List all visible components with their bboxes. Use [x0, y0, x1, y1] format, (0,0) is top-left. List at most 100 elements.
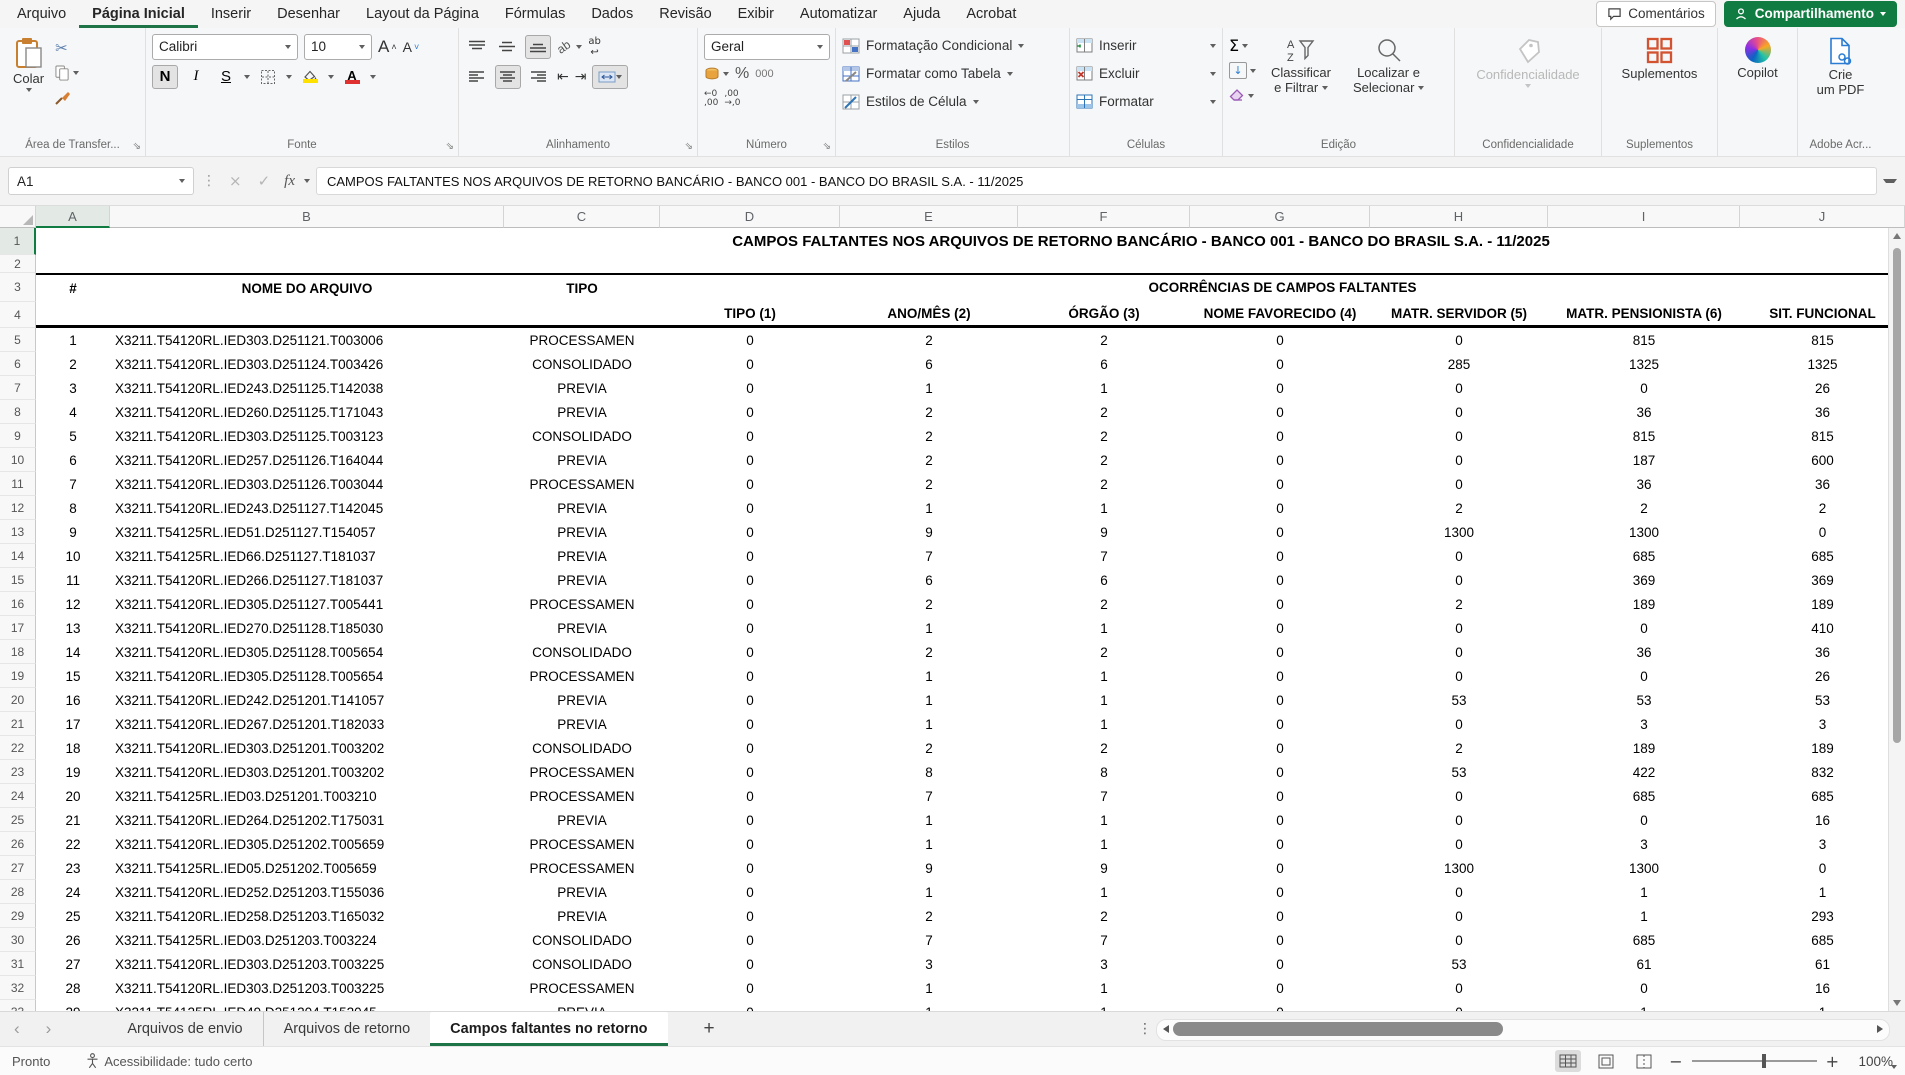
- row-header[interactable]: 15: [0, 568, 36, 592]
- cut-button[interactable]: ✂: [55, 38, 79, 58]
- format-cells-button[interactable]: Formatar: [1076, 89, 1216, 115]
- cell-matr-servidor[interactable]: 0: [1370, 400, 1548, 424]
- cell-matr-servidor[interactable]: 0: [1370, 640, 1548, 664]
- cell-tipo1[interactable]: 0: [660, 832, 840, 856]
- cell-orgao[interactable]: 2: [1018, 424, 1190, 448]
- cell-tipo1[interactable]: 0: [660, 928, 840, 952]
- percent-button[interactable]: %: [735, 65, 749, 83]
- cell-seq[interactable]: 19: [36, 760, 110, 784]
- cell-anomes[interactable]: 2: [840, 592, 1018, 616]
- cell-seq[interactable]: 8: [36, 496, 110, 520]
- cell-matr-servidor[interactable]: 0: [1370, 448, 1548, 472]
- cell-matr-servidor[interactable]: 0: [1370, 1000, 1548, 1011]
- cell-matr-servidor[interactable]: 0: [1370, 472, 1548, 496]
- cell-sit-funcional[interactable]: 26: [1740, 376, 1905, 400]
- bold-button[interactable]: N: [152, 65, 178, 89]
- font-size-combo[interactable]: 10: [304, 34, 372, 60]
- cell-file-name[interactable]: X3211.T54120RL.IED260.D251125.T171043: [110, 400, 504, 424]
- cell-seq[interactable]: 28: [36, 976, 110, 1000]
- fill-button[interactable]: ↓: [1229, 61, 1256, 81]
- cell-orgao[interactable]: 2: [1018, 592, 1190, 616]
- delete-cells-button[interactable]: Excluir: [1076, 61, 1216, 87]
- cell-file-name[interactable]: X3211.T54120RL.IED242.D251201.T141057: [110, 688, 504, 712]
- cell-sit-funcional[interactable]: 685: [1740, 928, 1905, 952]
- row-header-3[interactable]: 3: [0, 273, 36, 302]
- cell-favorecido[interactable]: 0: [1190, 904, 1370, 928]
- collapse-ribbon-icon[interactable]: [1891, 1065, 1897, 1069]
- format-as-table-button[interactable]: Formatar como Tabela: [842, 61, 1063, 87]
- row-header[interactable]: 28: [0, 880, 36, 904]
- title-cell[interactable]: CAMPOS FALTANTES NOS ARQUIVOS DE RETORNO…: [36, 228, 1905, 255]
- menu-tab[interactable]: Revisão: [646, 0, 724, 28]
- cell-tipo1[interactable]: 0: [660, 544, 840, 568]
- cell-anomes[interactable]: 1: [840, 376, 1018, 400]
- cell-tipo1[interactable]: 0: [660, 640, 840, 664]
- cell-matr-servidor[interactable]: 0: [1370, 832, 1548, 856]
- paste-button[interactable]: Colar: [6, 34, 51, 95]
- table-row[interactable]: 9 5 X3211.T54120RL.IED303.D251125.T00312…: [0, 424, 1905, 448]
- cell-favorecido[interactable]: 0: [1190, 856, 1370, 880]
- cell-tipo[interactable]: CONSOLIDADO: [504, 952, 660, 976]
- cell-sit-funcional[interactable]: 685: [1740, 784, 1905, 808]
- dialog-launcher-icon[interactable]: ⇘: [133, 141, 141, 152]
- row-header[interactable]: 7: [0, 376, 36, 400]
- table-row-partial[interactable]: 33 29 X3211.T54125RL.IED49.D251204.T1520…: [0, 1000, 1905, 1011]
- cell-seq[interactable]: 15: [36, 664, 110, 688]
- empty-row-2[interactable]: [36, 255, 1905, 273]
- cell-matr-pensionista[interactable]: 36: [1548, 472, 1740, 496]
- cell-seq[interactable]: 24: [36, 880, 110, 904]
- dialog-launcher-icon[interactable]: ⇘: [446, 141, 454, 152]
- cell-matr-servidor[interactable]: 1300: [1370, 520, 1548, 544]
- prev-sheet-button[interactable]: ‹: [14, 1019, 20, 1039]
- cell-orgao[interactable]: 1: [1018, 376, 1190, 400]
- cell-anomes[interactable]: 9: [840, 856, 1018, 880]
- cell-favorecido[interactable]: 0: [1190, 472, 1370, 496]
- cell-seq[interactable]: 10: [36, 544, 110, 568]
- cell-anomes[interactable]: 6: [840, 568, 1018, 592]
- cell-sit-funcional[interactable]: 600: [1740, 448, 1905, 472]
- cell-file-name[interactable]: X3211.T54125RL.IED66.D251127.T181037: [110, 544, 504, 568]
- cell-orgao[interactable]: 2: [1018, 640, 1190, 664]
- cell-favorecido[interactable]: 0: [1190, 832, 1370, 856]
- table-row[interactable]: 16 12 X3211.T54120RL.IED305.D251127.T005…: [0, 592, 1905, 616]
- cell-favorecido[interactable]: 0: [1190, 736, 1370, 760]
- table-row[interactable]: 17 13 X3211.T54120RL.IED270.D251128.T185…: [0, 616, 1905, 640]
- cell-tipo1[interactable]: 0: [660, 904, 840, 928]
- cell-orgao[interactable]: 6: [1018, 352, 1190, 376]
- cell-file-name[interactable]: X3211.T54125RL.IED05.D251202.T005659: [110, 856, 504, 880]
- cell-tipo[interactable]: PROCESSAMEN: [504, 328, 660, 352]
- subheader-matr-servidor[interactable]: MATR. SERVIDOR (5): [1370, 302, 1548, 328]
- cell-tipo1[interactable]: 0: [660, 688, 840, 712]
- cell-matr-pensionista[interactable]: 36: [1548, 400, 1740, 424]
- cell-anomes[interactable]: 7: [840, 784, 1018, 808]
- cell-anomes[interactable]: 1: [840, 688, 1018, 712]
- cell-anomes[interactable]: 2: [840, 400, 1018, 424]
- scroll-left-icon[interactable]: [1163, 1025, 1169, 1033]
- cell-tipo1[interactable]: 0: [660, 520, 840, 544]
- cell-favorecido[interactable]: 0: [1190, 376, 1370, 400]
- cell-seq[interactable]: 16: [36, 688, 110, 712]
- cell-orgao[interactable]: 1: [1018, 832, 1190, 856]
- cell-tipo[interactable]: CONSOLIDADO: [504, 352, 660, 376]
- menu-tab[interactable]: Arquivo: [4, 0, 79, 28]
- cell-seq[interactable]: 20: [36, 784, 110, 808]
- cell-tipo[interactable]: CONSOLIDADO: [504, 640, 660, 664]
- page-break-view-button[interactable]: [1631, 1050, 1657, 1072]
- cell-anomes[interactable]: 1: [840, 880, 1018, 904]
- cell-matr-servidor[interactable]: 0: [1370, 712, 1548, 736]
- cell-seq[interactable]: 18: [36, 736, 110, 760]
- table-row[interactable]: 11 7 X3211.T54120RL.IED303.D251126.T0030…: [0, 472, 1905, 496]
- cell-tipo1[interactable]: 0: [660, 664, 840, 688]
- scroll-right-icon[interactable]: [1877, 1025, 1883, 1033]
- table-row[interactable]: 8 4 X3211.T54120RL.IED260.D251125.T17104…: [0, 400, 1905, 424]
- cell-tipo[interactable]: PROCESSAMEN: [504, 760, 660, 784]
- insert-cells-button[interactable]: Inserir: [1076, 33, 1216, 59]
- menu-tab[interactable]: Exibir: [725, 0, 787, 28]
- cell-matr-pensionista[interactable]: 1300: [1548, 856, 1740, 880]
- cell-file-name[interactable]: X3211.T54125RL.IED03.D251203.T003224: [110, 928, 504, 952]
- cell-matr-servidor[interactable]: 2: [1370, 592, 1548, 616]
- row-header[interactable]: 29: [0, 904, 36, 928]
- cell-file-name[interactable]: X3211.T54120RL.IED303.D251124.T003426: [110, 352, 504, 376]
- cell-tipo1[interactable]: 0: [660, 400, 840, 424]
- cell-tipo[interactable]: PREVIA: [504, 880, 660, 904]
